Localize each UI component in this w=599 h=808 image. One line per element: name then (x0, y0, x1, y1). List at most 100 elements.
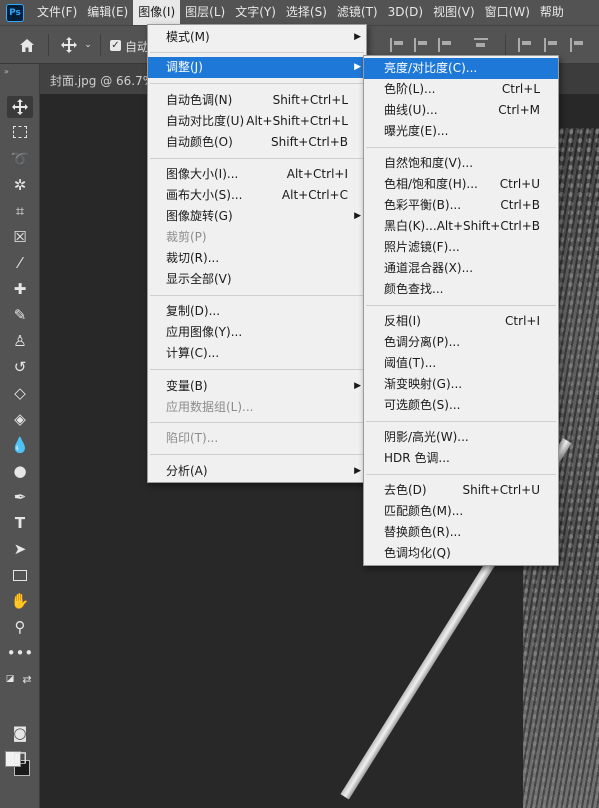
menu-3d[interactable]: 3D(D) (383, 0, 428, 25)
menu-item-mode[interactable]: 模式(M) ▶ (148, 27, 366, 48)
lasso-tool-icon[interactable]: ➰ (7, 148, 33, 170)
menu-item-match-color[interactable]: 匹配颜色(M)... (364, 501, 558, 522)
path-selection-icon[interactable]: ➤ (7, 538, 33, 560)
more-tools-icon[interactable]: ••• (7, 642, 34, 664)
menu-item-threshold[interactable]: 阈值(T)... (364, 353, 558, 374)
hand-tool-icon[interactable]: ✋ (7, 590, 33, 612)
pen-tool-icon[interactable]: ✒ (7, 486, 33, 508)
chevron-down-icon[interactable]: ⌄ (82, 36, 94, 54)
menu-item-curves[interactable]: 曲线(U)... Ctrl+M (364, 100, 558, 121)
menu-item-canvas-size[interactable]: 画布大小(S)... Alt+Ctrl+C (148, 185, 366, 206)
screen-mode-icon[interactable]: ❐ (7, 748, 33, 770)
magic-wand-icon[interactable]: ✲ (7, 174, 33, 196)
move-tool-icon[interactable] (7, 96, 33, 118)
menu-item-desaturate[interactable]: 去色(D) Shift+Ctrl+U (364, 480, 558, 501)
crop-tool-icon[interactable]: ⌗ (7, 200, 33, 222)
marquee-tool-icon[interactable] (7, 121, 33, 143)
menu-item-label: HDR 色调... (384, 451, 450, 465)
menu-filter[interactable]: 滤镜(T) (332, 0, 383, 25)
menu-item-label: 调整(J) (166, 60, 203, 74)
brush-tool-icon[interactable]: ✎ (7, 304, 33, 326)
menu-item-vibrance[interactable]: 自然饱和度(V)... (364, 153, 558, 174)
swap-colors-icon[interactable]: ⇄ (20, 668, 34, 690)
menu-item-shortcut: Alt+Shift+Ctrl+L (246, 114, 348, 128)
menu-window[interactable]: 窗口(W) (480, 0, 535, 25)
menu-edit[interactable]: 编辑(E) (82, 0, 133, 25)
move-tool-icon[interactable] (58, 36, 80, 54)
menu-item-auto-contrast[interactable]: 自动对比度(U) Alt+Shift+Ctrl+L (148, 111, 366, 132)
menu-item-apply-image[interactable]: 应用图像(Y)... (148, 322, 366, 343)
menu-item-label: 陷印(T)... (166, 431, 219, 445)
panel-grip-icon[interactable]: » (4, 67, 9, 76)
menu-item-replace-color[interactable]: 替换颜色(R)... (364, 522, 558, 543)
align-right-icon[interactable] (438, 38, 452, 52)
menu-item-color-balance[interactable]: 色彩平衡(B)... Ctrl+B (364, 195, 558, 216)
menu-item-label: 分析(A) (166, 464, 208, 478)
menu-item-equalize[interactable]: 色调均化(Q) (364, 543, 558, 564)
menu-item-gradient-map[interactable]: 渐变映射(G)... (364, 374, 558, 395)
document-tab[interactable]: 封面.jpg @ 66.7% (40, 64, 150, 94)
menu-item-adjustments[interactable]: 调整(J) ▶ (148, 57, 366, 78)
paint-bucket-icon[interactable]: ◈ (7, 408, 33, 430)
menu-item-label: 画布大小(S)... (166, 188, 243, 202)
home-icon[interactable] (16, 36, 38, 54)
menu-item-hdr-toning[interactable]: HDR 色调... (364, 448, 558, 469)
separator (150, 295, 364, 296)
menu-view[interactable]: 视图(V) (428, 0, 480, 25)
menu-item-black-white[interactable]: 黑白(K)... Alt+Shift+Ctrl+B (364, 216, 558, 237)
menu-type[interactable]: 文字(Y) (230, 0, 281, 25)
menu-item-shadows-highlights[interactable]: 阴影/高光(W)... (364, 427, 558, 448)
menu-item-channel-mixer[interactable]: 通道混合器(X)... (364, 258, 558, 279)
menu-item-auto-tone[interactable]: 自动色调(N) Shift+Ctrl+L (148, 90, 366, 111)
submenu-arrow-icon: ▶ (354, 32, 361, 42)
blur-tool-icon[interactable]: 💧 (7, 434, 33, 456)
zoom-tool-icon[interactable]: ⚲ (7, 616, 33, 638)
quick-mask-icon[interactable]: ◙ (7, 722, 33, 744)
menu-item-hue-saturation[interactable]: 色相/饱和度(H)... Ctrl+U (364, 174, 558, 195)
align-top-icon[interactable] (518, 38, 532, 52)
menu-item-shortcut: Ctrl+U (499, 177, 540, 191)
menu-item-trim[interactable]: 裁切(R)... (148, 248, 366, 269)
menu-layer[interactable]: 图层(L) (180, 0, 230, 25)
align-bottom-icon[interactable] (570, 38, 584, 52)
menu-item-calculations[interactable]: 计算(C)... (148, 343, 366, 364)
menu-item-exposure[interactable]: 曝光度(E)... (364, 121, 558, 142)
eyedropper-icon[interactable]: ⁄ (7, 252, 33, 274)
menu-item-auto-color[interactable]: 自动颜色(O) Shift+Ctrl+B (148, 132, 366, 153)
eraser-icon[interactable]: ◇ (7, 382, 33, 404)
history-brush-icon[interactable]: ↺ (7, 356, 33, 378)
menu-item-photo-filter[interactable]: 照片滤镜(F)... (364, 237, 558, 258)
menu-item-invert[interactable]: 反相(I) Ctrl+I (364, 311, 558, 332)
menu-file[interactable]: 文件(F) (32, 0, 82, 25)
type-tool-icon[interactable]: T (7, 512, 33, 534)
menu-item-shortcut: Alt+Ctrl+I (286, 167, 348, 181)
frame-tool-icon[interactable]: ☒ (7, 226, 33, 248)
menu-item-brightness-contrast[interactable]: 亮度/对比度(C)... (364, 58, 558, 79)
rectangle-tool-icon[interactable] (7, 564, 33, 586)
menu-item-posterize[interactable]: 色调分离(P)... (364, 332, 558, 353)
menu-select[interactable]: 选择(S) (281, 0, 332, 25)
menu-item-levels[interactable]: 色阶(L)... Ctrl+L (364, 79, 558, 100)
menu-item-label: 色阶(L)... (384, 82, 436, 96)
menu-item-image-rotation[interactable]: 图像旋转(G) ▶ (148, 206, 366, 227)
menu-item-selective-color[interactable]: 可选颜色(S)... (364, 395, 558, 416)
menu-item-color-lookup[interactable]: 颜色查找... (364, 279, 558, 300)
align-center-icon[interactable] (414, 38, 428, 52)
menu-item-duplicate[interactable]: 复制(D)... (148, 301, 366, 322)
default-colors-icon[interactable]: ◪ (4, 668, 16, 690)
align-left-icon[interactable] (390, 38, 404, 52)
menu-item-shortcut: Ctrl+L (501, 82, 540, 96)
healing-brush-icon[interactable]: ✚ (7, 278, 33, 300)
align-middle-icon[interactable] (544, 38, 558, 52)
photoshop-logo[interactable]: Ps (6, 3, 24, 22)
auto-select-checkbox[interactable]: ✓ (110, 40, 121, 51)
menu-item-analysis[interactable]: 分析(A) ▶ (148, 461, 366, 482)
menu-help[interactable]: 帮助 (535, 0, 569, 25)
menu-image[interactable]: 图像(I) (133, 0, 181, 25)
clone-stamp-icon[interactable]: ♙ (7, 330, 33, 352)
distribute-icon[interactable] (474, 38, 488, 52)
menu-item-image-size[interactable]: 图像大小(I)... Alt+Ctrl+I (148, 164, 366, 185)
menu-item-reveal-all[interactable]: 显示全部(V) (148, 269, 366, 290)
menu-item-variables[interactable]: 变量(B) ▶ (148, 376, 366, 397)
dodge-tool-icon[interactable]: ● (7, 460, 33, 482)
